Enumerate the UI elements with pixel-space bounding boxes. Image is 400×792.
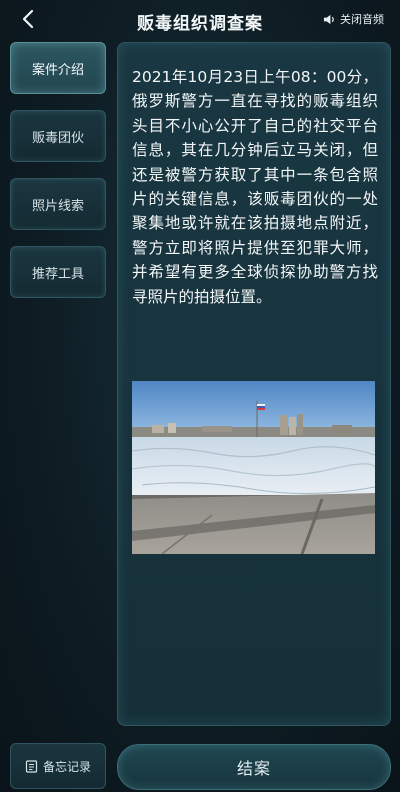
river-photo [132,381,375,554]
close-case-button[interactable]: 结案 [117,744,391,790]
sidebar-item-case-intro[interactable]: 案件介绍 [10,42,106,94]
sidebar-item-label: 贩毒团伙 [31,130,84,146]
close-case-label: 结案 [236,759,271,778]
speaker-icon [323,14,334,24]
sidebar-item-label: 照片线索 [31,198,84,214]
audio-toggle[interactable]: 关闭音频 [323,11,384,27]
case-description: 2021年10月23日上午08：00分，俄罗斯警方一直在寻找的贩毒组织头目不小心… [132,68,378,306]
memo-button[interactable]: 备忘记录 [10,743,106,789]
header-bar: 贩毒组织调查案 关闭音频 [0,0,400,38]
case-photo[interactable] [132,381,375,554]
case-content-panel: 2021年10月23日上午08：00分，俄罗斯警方一直在寻找的贩毒组织头目不小心… [117,42,391,726]
sidebar-item-label: 案件介绍 [31,62,84,78]
sidebar-item-photo-clues[interactable]: 照片线索 [10,178,106,230]
sidebar-item-label: 推荐工具 [31,266,84,282]
memo-label: 备忘记录 [42,759,91,774]
sidebar-item-recommended-tools[interactable]: 推荐工具 [10,246,106,298]
sidebar-item-drug-gang[interactable]: 贩毒团伙 [10,110,106,162]
audio-label: 关闭音频 [340,13,384,26]
notepad-icon [25,759,38,773]
